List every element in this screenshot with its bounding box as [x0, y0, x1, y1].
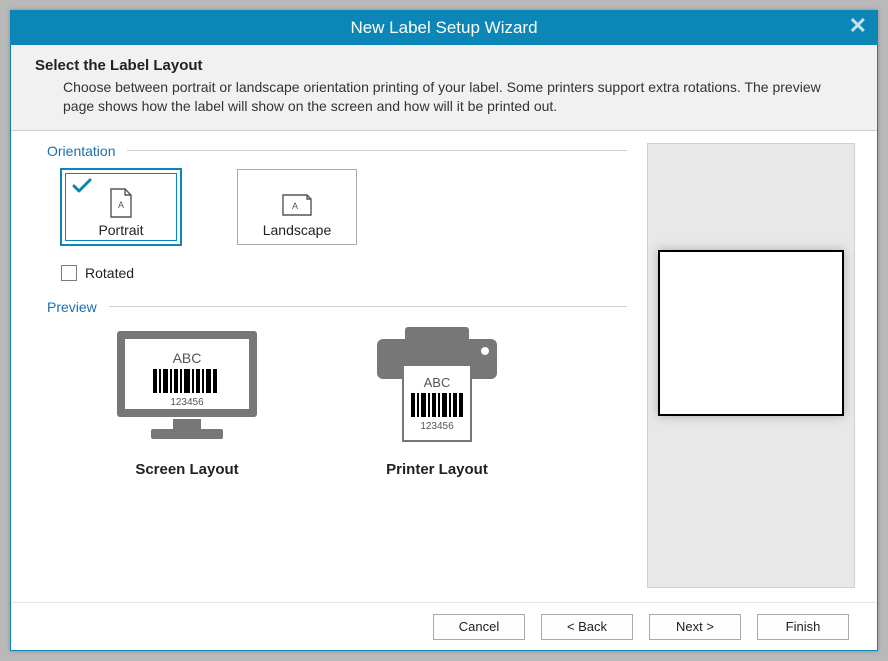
sample-text: ABC — [424, 375, 451, 390]
page-description: Choose between portrait or landscape ori… — [63, 78, 853, 116]
monitor-icon: ABC — [107, 325, 267, 445]
screen-layout-caption: Screen Layout — [135, 461, 238, 478]
portrait-label: Portrait — [98, 222, 143, 238]
close-icon[interactable]: ✕ — [849, 15, 867, 37]
svg-text:A: A — [292, 201, 298, 211]
portrait-page-icon: A — [108, 188, 134, 218]
sample-text: ABC — [173, 350, 202, 366]
orientation-group: Orientation A — [47, 143, 627, 281]
checkmark-icon — [72, 178, 92, 197]
landscape-label: Landscape — [263, 222, 332, 238]
label-wizard-dialog: New Label Setup Wizard ✕ Select the Labe… — [10, 10, 878, 651]
cancel-button[interactable]: Cancel — [433, 614, 525, 640]
finish-button[interactable]: Finish — [757, 614, 849, 640]
orientation-option-landscape[interactable]: A Landscape — [237, 169, 357, 245]
header-region: Select the Label Layout Choose between p… — [11, 45, 877, 131]
preview-group: Preview ABC — [47, 299, 627, 478]
printer-layout-caption: Printer Layout — [386, 461, 488, 478]
next-button[interactable]: Next > — [649, 614, 741, 640]
printer-icon: ABC — [367, 325, 507, 445]
orientation-legend: Orientation — [47, 143, 115, 159]
window-title: New Label Setup Wizard — [350, 18, 537, 38]
sample-number: 123456 — [170, 397, 204, 408]
page-preview-panel — [647, 143, 855, 588]
page-heading: Select the Label Layout — [35, 57, 853, 74]
back-button[interactable]: < Back — [541, 614, 633, 640]
footer: Cancel < Back Next > Finish — [11, 602, 877, 650]
printer-layout-preview: ABC — [367, 325, 507, 478]
preview-legend: Preview — [47, 299, 97, 315]
screen-layout-preview: ABC — [107, 325, 267, 478]
titlebar: New Label Setup Wizard ✕ — [11, 11, 877, 45]
sample-number: 123456 — [420, 421, 454, 432]
divider — [127, 150, 627, 151]
rotated-label: Rotated — [85, 265, 134, 281]
divider — [109, 306, 627, 307]
svg-text:A: A — [118, 200, 124, 210]
paper-preview — [658, 250, 844, 416]
rotated-checkbox[interactable] — [61, 265, 77, 281]
landscape-page-icon: A — [280, 192, 314, 218]
orientation-option-portrait[interactable]: A Portrait — [61, 169, 181, 245]
